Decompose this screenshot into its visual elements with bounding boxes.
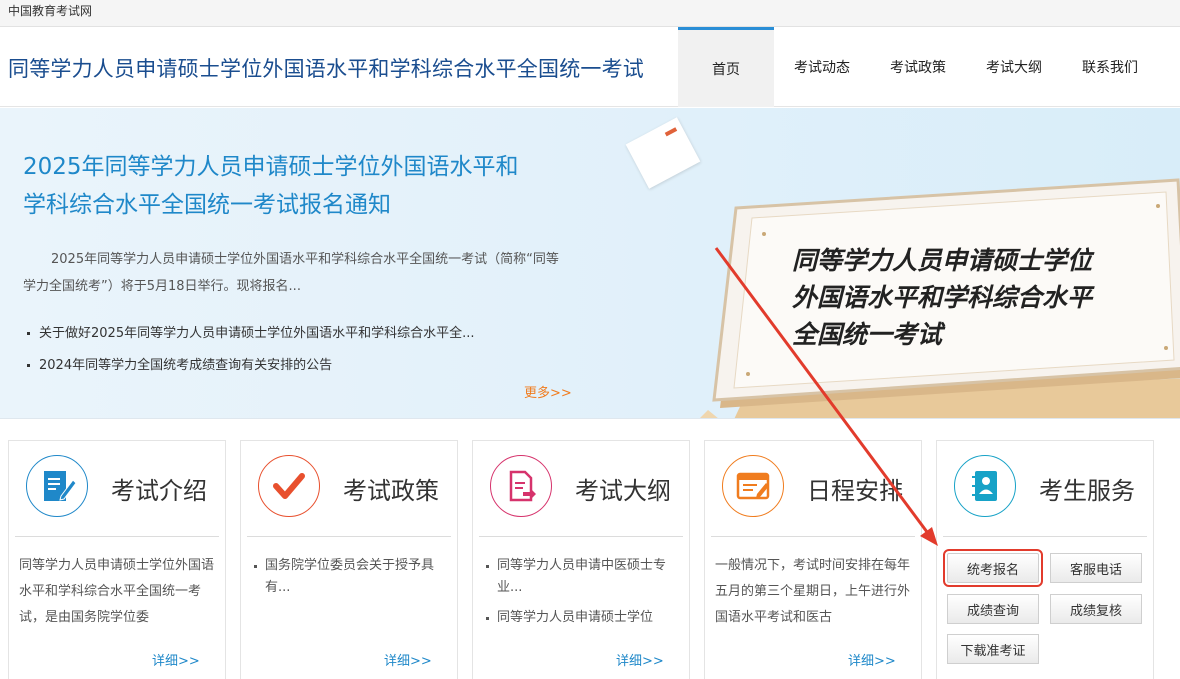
divider <box>479 536 683 537</box>
list-item[interactable]: 同等学力人员申请硕士学位 <box>483 607 679 629</box>
card-exam-intro: 考试介绍 同等学力人员申请硕士学位外国语水平和学科综合水平全国统一考试，是由国务… <box>8 440 226 679</box>
site-header: 同等学力人员申请硕士学位外国语水平和学科综合水平全国统一考试 首页 考试动态 考… <box>0 27 1180 107</box>
top-bar: 中国教育考试网 <box>0 0 1180 27</box>
nav-home[interactable]: 首页 <box>678 27 774 107</box>
card-title[interactable]: 考试大纲 <box>575 471 671 506</box>
divider <box>247 536 451 537</box>
card-exam-policy: 考试政策 国务院学位委员会关于授予具有... 详细>> <box>240 440 458 679</box>
main-nav: 首页 考试动态 考试政策 考试大纲 联系我们 <box>678 27 1158 107</box>
banner-headline-line2: 学科综合水平全国统一考试报名通知 <box>23 192 391 218</box>
banner-headline[interactable]: 2025年同等学力人员申请硕士学位外国语水平和 学科综合水平全国统一考试报名通知 <box>23 148 563 224</box>
news-item[interactable]: 2024年同等学力全国统考成绩查询有关安排的公告 <box>25 350 565 382</box>
card-exam-syllabus: 考试大纲 同等学力人员申请中医硕士专业... 同等学力人员申请硕士学位 详细>> <box>472 440 690 679</box>
banner-headline-line1: 2025年同等学力人员申请硕士学位外国语水平和 <box>23 154 519 180</box>
card-text: 一般情况下，考试时间安排在每年五月的第三个星期日，上午进行外国语水平考试和医古 <box>715 558 911 625</box>
sign-line-3: 全国统一考试 <box>792 320 943 349</box>
page-title: 同等学力人员申请硕士学位外国语水平和学科综合水平全国统一考试 <box>8 57 644 81</box>
nav-contact-us[interactable]: 联系我们 <box>1062 27 1158 107</box>
customer-service-phone-button[interactable]: 客服电话 <box>1050 553 1142 583</box>
news-item[interactable]: 关于做好2025年同等学力人员申请硕士学位外国语水平和学科综合水平全... <box>25 318 565 350</box>
sign-title: 同等学力人员申请硕士学位 外国语水平和学科综合水平 全国统一考试 <box>792 242 1092 353</box>
checkmark-icon <box>258 455 320 517</box>
nav-exam-policy[interactable]: 考试政策 <box>870 27 966 107</box>
detail-link[interactable]: 详细>> <box>616 650 664 669</box>
more-link[interactable]: 更多>> <box>524 382 572 401</box>
divider <box>943 536 1147 537</box>
divider <box>711 536 915 537</box>
contact-book-icon <box>954 455 1016 517</box>
banner-news-list: 关于做好2025年同等学力人员申请硕士学位外国语水平和学科综合水平全... 20… <box>25 318 565 382</box>
card-title[interactable]: 考试政策 <box>343 471 439 506</box>
site-name[interactable]: 中国教育考试网 <box>8 2 92 19</box>
document-edit-icon <box>26 455 88 517</box>
card-title[interactable]: 日程安排 <box>807 471 903 506</box>
card-text: 同等学力人员申请硕士学位外国语水平和学科综合水平全国统一考试，是由国务院学位委 <box>19 558 215 625</box>
sign-line-2: 外国语水平和学科综合水平 <box>792 283 1093 312</box>
score-query-button[interactable]: 成绩查询 <box>947 594 1039 624</box>
detail-link[interactable]: 详细>> <box>152 650 200 669</box>
sign-line-1: 同等学力人员申请硕士学位 <box>792 246 1093 275</box>
list-item[interactable]: 同等学力人员申请中医硕士专业... <box>483 555 679 599</box>
divider <box>15 536 219 537</box>
hero-banner: 2025年同等学力人员申请硕士学位外国语水平和 学科综合水平全国统一考试报名通知… <box>0 108 1180 419</box>
card-list: 同等学力人员申请中医硕士专业... 同等学力人员申请硕士学位 <box>483 555 679 635</box>
detail-link[interactable]: 详细>> <box>384 650 432 669</box>
nav-exam-syllabus[interactable]: 考试大纲 <box>966 27 1062 107</box>
document-arrow-icon <box>490 455 552 517</box>
banner-summary: 2025年同等学力人员申请硕士学位外国语水平和学科综合水平全国统一考试（简称“同… <box>23 252 559 294</box>
detail-link[interactable]: 详细>> <box>848 650 896 669</box>
card-title[interactable]: 考生服务 <box>1039 471 1135 506</box>
card-title[interactable]: 考试介绍 <box>111 471 207 506</box>
feature-cards: 考试介绍 同等学力人员申请硕士学位外国语水平和学科综合水平全国统一考试，是由国务… <box>8 440 1180 679</box>
list-item[interactable]: 国务院学位委员会关于授予具有... <box>251 555 447 599</box>
card-list: 国务院学位委员会关于授予具有... <box>251 555 447 635</box>
nav-exam-news[interactable]: 考试动态 <box>774 27 870 107</box>
exam-registration-button[interactable]: 统考报名 <box>943 549 1043 587</box>
download-admission-ticket-button[interactable]: 下载准考证 <box>947 634 1039 664</box>
score-review-button[interactable]: 成绩复核 <box>1050 594 1142 624</box>
card-candidate-service: 考生服务 统考报名 客服电话 成绩查询 成绩复核 下载准考证 <box>936 440 1154 679</box>
schedule-icon <box>722 455 784 517</box>
card-schedule: 日程安排 一般情况下，考试时间安排在每年五月的第三个星期日，上午进行外国语水平考… <box>704 440 922 679</box>
